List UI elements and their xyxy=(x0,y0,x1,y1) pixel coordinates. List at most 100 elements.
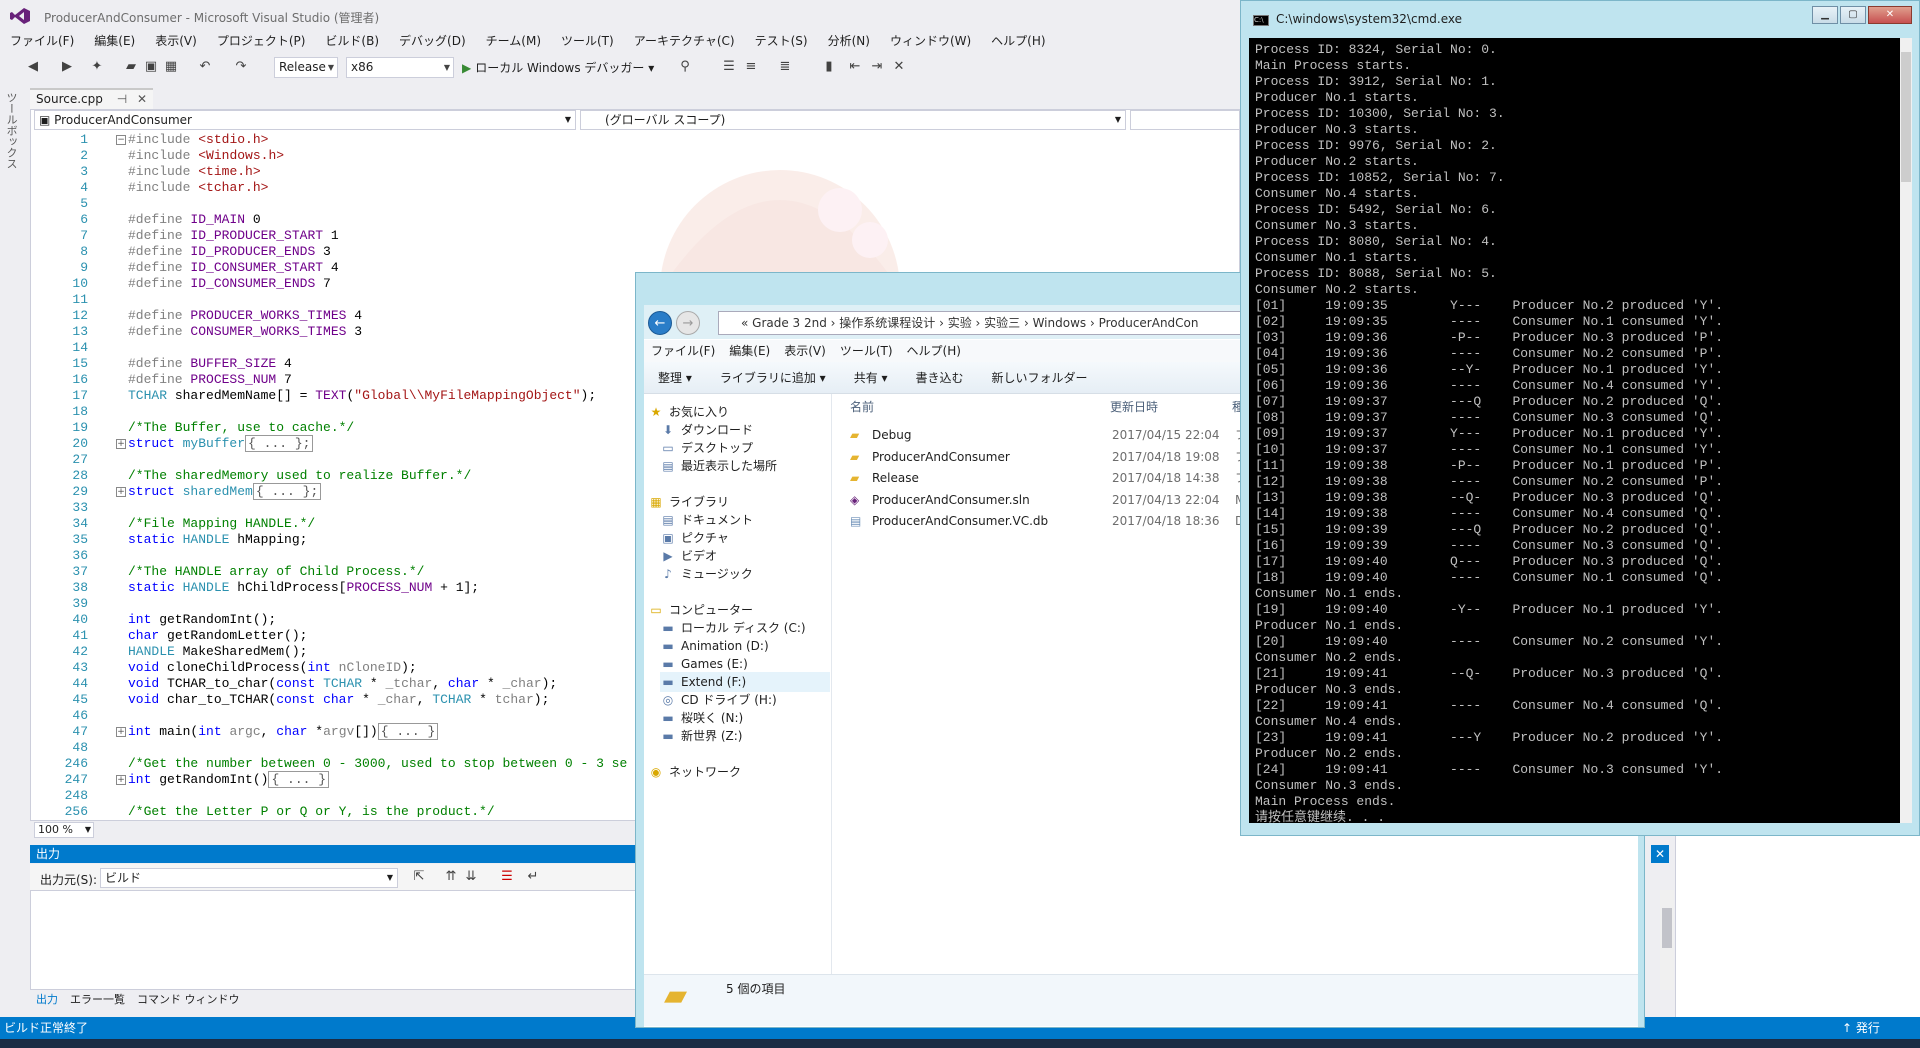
next-bookmark-icon[interactable]: ⇥ xyxy=(868,58,886,76)
nav-item[interactable]: ▬ Games (E:) xyxy=(660,654,747,674)
toolbox-tab[interactable]: ツールボックス xyxy=(5,92,19,169)
explorer-command-button[interactable]: 書き込む xyxy=(902,362,978,393)
tab-source-cpp[interactable]: Source.cpp ⊣ ✕ xyxy=(30,88,154,109)
menu-item[interactable]: 編集(E) xyxy=(84,32,145,52)
clear-all-icon[interactable]: ☰ xyxy=(498,868,516,886)
maximize-button[interactable]: ▢ xyxy=(1840,6,1866,24)
clear-bookmarks-icon[interactable]: ✕ xyxy=(890,58,908,76)
indent-icon[interactable]: ☰ xyxy=(720,58,738,76)
menu-item[interactable]: デバッグ(D) xyxy=(389,32,476,52)
explorer-command-button[interactable]: 共有 ▾ xyxy=(840,362,902,393)
nav-item[interactable]: ⬇ ダウンロード xyxy=(660,420,753,440)
nav-item[interactable]: ▭ デスクトップ xyxy=(660,438,753,458)
explorer-command-button[interactable]: ライブラリに追加 ▾ xyxy=(706,362,840,393)
explorer-command-button[interactable]: 新しいフォルダー xyxy=(978,362,1102,393)
output-tab[interactable]: エラー一覧 xyxy=(64,991,131,1009)
back-arrow-icon[interactable]: ← xyxy=(648,311,672,335)
back-nav-icon[interactable]: ◀ xyxy=(24,58,42,76)
next-message-icon[interactable]: ⇊ xyxy=(462,868,480,886)
explorer-menu-item[interactable]: 編集(E) xyxy=(722,340,777,362)
nav-item[interactable]: ▬ Extend (F:) xyxy=(660,672,830,692)
nav-item[interactable]: ▬ 桜咲く (N:) xyxy=(660,708,743,728)
undo-icon[interactable]: ↶ xyxy=(196,58,214,76)
comment-icon[interactable]: ≣ xyxy=(776,58,794,76)
line-number: 5 xyxy=(80,196,88,211)
expand-icon[interactable]: + xyxy=(116,775,126,785)
nav-item[interactable]: ▬ ローカル ディスク (C:) xyxy=(660,618,805,638)
menu-item[interactable]: ヘルプ(H) xyxy=(981,32,1055,52)
menu-item[interactable]: プロジェクト(P) xyxy=(207,32,316,52)
pin-icon[interactable]: ⊣ xyxy=(117,92,127,106)
find-message-icon[interactable]: ⇱ xyxy=(410,868,428,886)
menu-item[interactable]: ツール(T) xyxy=(551,32,624,52)
menu-item[interactable]: ウィンドウ(W) xyxy=(880,32,981,52)
explorer-menu-item[interactable]: ツール(T) xyxy=(833,340,900,362)
minimize-button[interactable]: ▁ xyxy=(1812,6,1838,24)
member-nav-dropdown[interactable] xyxy=(1130,110,1240,130)
line-number: 9 xyxy=(80,260,88,275)
nav-item[interactable]: ▬ 新世界 (Z:) xyxy=(660,726,742,746)
output-source-value: ビルド xyxy=(105,871,142,885)
solution-config-select[interactable]: Release ▼ xyxy=(274,57,338,78)
scope-nav-dropdown[interactable]: (グローバル スコープ) ▼ xyxy=(580,110,1126,130)
close-icon[interactable]: ✕ xyxy=(137,92,147,106)
nav-item[interactable]: ▶ ビデオ xyxy=(660,546,717,566)
platform-select[interactable]: x86 ▼ xyxy=(346,57,454,78)
close-button[interactable]: ✕ xyxy=(1868,6,1912,24)
menu-item[interactable]: ビルド(B) xyxy=(315,32,389,52)
outdent-icon[interactable]: ≡ xyxy=(742,58,760,76)
nav-item[interactable]: ♪ ミュージック xyxy=(660,564,753,584)
explorer-command-button[interactable]: 整理 ▾ xyxy=(644,362,706,393)
close-icon[interactable]: ✕ xyxy=(1651,845,1669,863)
nav-item[interactable]: ▤ 最近表示した場所 xyxy=(660,456,777,476)
menu-item[interactable]: アーキテクチャ(C) xyxy=(624,32,745,52)
publish-button[interactable]: ↑ 発行 xyxy=(1842,1017,1880,1039)
output-source-select[interactable]: ビルド ▼ xyxy=(100,868,398,888)
project-nav-dropdown[interactable]: ▣ ProducerAndConsumer ▼ xyxy=(34,110,576,130)
nav-item[interactable]: ▤ ドキュメント xyxy=(660,510,753,530)
expand-icon[interactable]: + xyxy=(116,439,126,449)
redo-icon[interactable]: ↷ xyxy=(232,58,250,76)
collapse-icon[interactable]: − xyxy=(116,135,126,145)
menu-item[interactable]: テスト(S) xyxy=(745,32,818,52)
code-text: #define ID_CONSUMER_START 4 xyxy=(128,260,339,275)
console-output[interactable]: Process ID: 8324, Serial No: 0. Main Proc… xyxy=(1249,38,1900,823)
column-name[interactable]: 名前 xyxy=(850,396,874,418)
nav-item[interactable]: ◉ ネットワーク xyxy=(648,762,741,782)
nav-item[interactable]: ◎ CD ドライブ (H:) xyxy=(660,690,777,710)
nav-item[interactable]: ▦ ライブラリ xyxy=(648,492,729,512)
explorer-menu-item[interactable]: 表示(V) xyxy=(777,340,833,362)
open-file-icon[interactable]: ▰ xyxy=(122,58,140,76)
prev-bookmark-icon[interactable]: ⇤ xyxy=(846,58,864,76)
column-date[interactable]: 更新日時 xyxy=(1110,396,1158,418)
prev-message-icon[interactable]: ⇈ xyxy=(442,868,460,886)
forward-arrow-icon[interactable]: → xyxy=(676,311,700,335)
nav-item[interactable]: ▣ ピクチャ xyxy=(660,528,729,548)
output-tab[interactable]: 出力 xyxy=(30,991,64,1009)
explorer-menu-item[interactable]: ファイル(F) xyxy=(644,340,722,362)
explorer-menu-item[interactable]: ヘルプ(H) xyxy=(900,340,968,362)
menu-item[interactable]: 分析(N) xyxy=(818,32,880,52)
console-scrollbar-thumb[interactable] xyxy=(1901,52,1911,182)
start-debugging-button[interactable]: ▶ ローカル Windows デバッガー ▾ xyxy=(462,58,654,78)
forward-nav-icon[interactable]: ▶ xyxy=(58,58,76,76)
zoom-dropdown[interactable]: 100 % ▼ xyxy=(34,822,94,838)
nav-item[interactable]: ★ お気に入り xyxy=(648,402,729,422)
menu-item[interactable]: 表示(V) xyxy=(145,32,207,52)
output-tab[interactable]: コマンド ウィンドウ xyxy=(131,991,246,1009)
save-icon[interactable]: ▣ xyxy=(142,58,160,76)
find-icon[interactable]: ⚲ xyxy=(676,58,694,76)
chevron-down-icon: ▼ xyxy=(443,63,450,72)
word-wrap-icon[interactable]: ↵ xyxy=(524,868,542,886)
expand-icon[interactable]: + xyxy=(116,487,126,497)
nav-item[interactable]: ▭ コンピューター xyxy=(648,600,753,620)
bookmark-icon[interactable]: ▮ xyxy=(820,58,838,76)
nav-item[interactable]: ▬ Animation (D:) xyxy=(660,636,768,656)
output-scrollbar-thumb[interactable] xyxy=(1662,908,1672,948)
new-project-icon[interactable]: ✦ xyxy=(88,58,106,76)
save-all-icon[interactable]: ▦ xyxy=(162,58,180,76)
menu-item[interactable]: チーム(M) xyxy=(476,32,551,52)
file-date: 2017/04/15 22:04 xyxy=(1112,428,1220,442)
expand-icon[interactable]: + xyxy=(116,727,126,737)
menu-item[interactable]: ファイル(F) xyxy=(0,32,84,52)
